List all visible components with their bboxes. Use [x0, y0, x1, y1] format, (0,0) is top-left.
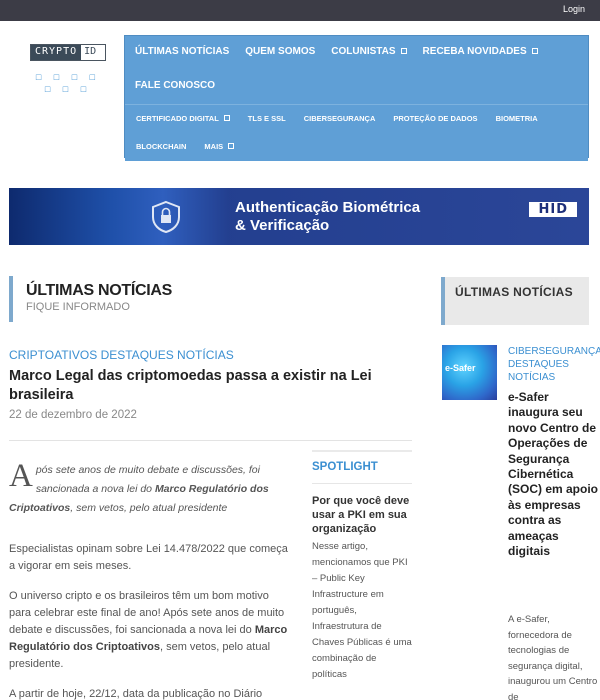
spotlight-box: SPOTLIGHT Por que você deve usar a PKI e…: [312, 450, 412, 683]
category-menu: CERTIFICADO DIGITAL TLS E SSL CIBERSEGURAN…: [125, 104, 588, 161]
hid-ad-banner[interactable]: Authenticação Biométrica & Verificação H…: [9, 188, 589, 245]
dropdown-icon: [531, 48, 538, 54]
menu-label: TLS E SSL: [247, 114, 286, 123]
sidebar-header: ÚLTIMAS NOTÍCIAS: [441, 277, 589, 325]
category-item-2[interactable]: CIBERSEGURANÇA: [295, 105, 385, 133]
menu-label: BLOCKCHAIN: [136, 142, 187, 151]
menu-label: BIOMETRIA: [495, 114, 538, 123]
sidebar-title: ÚLTIMAS NOTÍCIAS: [455, 285, 573, 299]
article-lead: A pós sete anos de muito debate e discus…: [9, 460, 289, 517]
sidebar-article-categories[interactable]: CIBERSEGURANÇA DESTAQUES NOTÍCIAS: [508, 345, 600, 384]
banner-line-2: & Verificação: [235, 217, 330, 234]
category-item-3[interactable]: PROTEÇÃO DE DADOS: [384, 105, 486, 133]
logo-right: ID: [81, 45, 100, 60]
category-item-1[interactable]: TLS E SSL: [239, 105, 295, 133]
logo-tagline: □ □ □ □ □ □ □: [35, 72, 101, 94]
banner-line-1: Authenticação Biométrica: [235, 199, 421, 216]
article-paragraph: A partir de hoje, 22/12, data da publica…: [9, 688, 263, 700]
article-categories[interactable]: CRIPTOATIVOS DESTAQUES NOTÍCIAS: [9, 348, 234, 362]
menu-label: FALE CONOSCO: [135, 80, 216, 91]
article-date: 22 de dezembro de 2022: [9, 409, 137, 421]
section-title: ÚLTIMAS NOTÍCIAS: [26, 282, 173, 299]
latest-news-header: ÚLTIMAS NOTÍCIAS FIQUE INFORMADO: [9, 276, 412, 322]
nav-item-4[interactable]: FALE CONOSCO: [127, 70, 223, 104]
menu-label: QUEM SOMOS: [245, 46, 316, 57]
dropdown-icon: [228, 143, 235, 149]
menu-label: CERTIFICADO DIGITAL: [136, 114, 219, 123]
article-paragraph: Especialistas opinam sobre Lei 14.478/20…: [9, 543, 288, 572]
nav-item-2[interactable]: COLUNISTAS: [323, 36, 414, 70]
logo-left: CRYPTO: [31, 45, 82, 60]
category-item-0[interactable]: CERTIFICADO DIGITAL: [127, 105, 239, 133]
esafer-thumbnail[interactable]: e-Safer: [442, 345, 497, 400]
lead-text: pós sete anos de muito debate e discussõ…: [9, 464, 269, 514]
sidebar-article-excerpt: A e-Safer, fornecedora de tecnologias de…: [508, 614, 598, 700]
article-paragraph: O universo cripto e os brasileiros têm u…: [9, 588, 293, 673]
lead-text-part: , sem vetos, pelo atual presidente: [70, 502, 228, 514]
spotlight-headline[interactable]: Por que você deve usar a PKI em sua orga…: [312, 494, 412, 536]
sidebar-article-title[interactable]: e-Safer inaugura seu novo Centro de Oper…: [508, 390, 598, 559]
spotlight-excerpt: Nesse artigo, mencionamos que PKI – Publ…: [312, 541, 412, 680]
logo-wordmark: CRYPTO ID: [30, 44, 106, 61]
main-menu: ÚLTIMAS NOTÍCIAS QUEM SOMOS COLUNISTAS RECE…: [125, 36, 588, 104]
nav-item-3[interactable]: RECEBA NOVIDADES: [415, 36, 546, 70]
menu-label: CIBERSEGURANÇA: [303, 114, 376, 123]
main-navigation: ÚLTIMAS NOTÍCIAS QUEM SOMOS COLUNISTAS RECE…: [124, 35, 589, 161]
hid-logo: HID: [529, 202, 577, 217]
divider: [312, 483, 412, 484]
category-item-6[interactable]: MAIS: [195, 133, 243, 161]
menu-label: PROTEÇÃO DE DADOS: [393, 114, 478, 123]
menu-label: MAIS: [204, 142, 224, 151]
paragraph-text: O universo cripto e os brasileiros têm u…: [9, 590, 285, 636]
category-item-5[interactable]: BLOCKCHAIN: [127, 133, 195, 161]
divider: [9, 440, 412, 441]
thumbnail-label: e-Safer: [445, 363, 476, 373]
dropdown-icon: [223, 115, 230, 121]
top-bar: Login: [0, 0, 600, 21]
nav-item-0[interactable]: ÚLTIMAS NOTÍCIAS: [127, 36, 237, 70]
menu-label: RECEBA NOVIDADES: [422, 46, 527, 57]
nav-item-1[interactable]: QUEM SOMOS: [237, 36, 323, 70]
section-subtitle: FIQUE INFORMADO: [26, 301, 130, 313]
banner-headline: Authenticação Biométrica & Verificação: [235, 199, 420, 235]
category-item-4[interactable]: BIOMETRIA: [487, 105, 547, 133]
shield-lock-icon: [152, 200, 180, 234]
crypto-id-logo[interactable]: CRYPTO ID □ □ □ □ □ □ □: [30, 44, 106, 100]
menu-label: COLUNISTAS: [331, 46, 396, 57]
drop-cap: A: [9, 458, 33, 494]
banner-photo: [9, 188, 229, 245]
login-link[interactable]: Login: [563, 4, 585, 14]
spotlight-title: SPOTLIGHT: [312, 461, 378, 473]
dropdown-icon: [400, 48, 407, 54]
article-title[interactable]: Marco Legal das criptomoedas passa a exi…: [9, 367, 409, 405]
menu-label: ÚLTIMAS NOTÍCIAS: [135, 46, 230, 57]
